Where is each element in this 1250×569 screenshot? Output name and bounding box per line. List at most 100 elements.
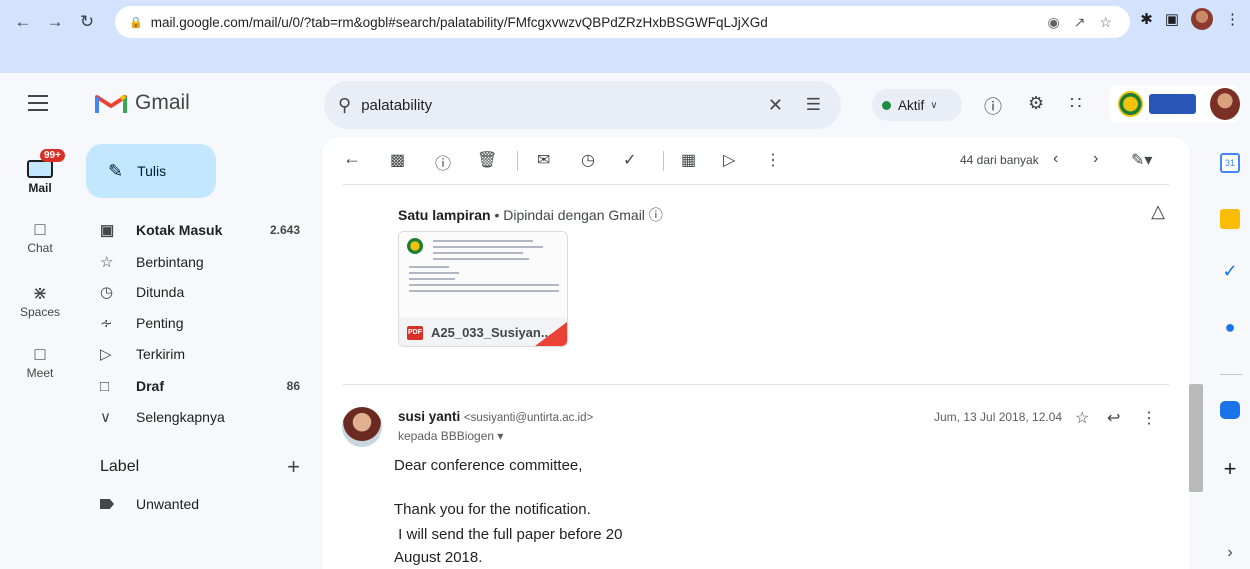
rail-label-meet: Meet (26, 366, 54, 380)
search-icon[interactable]: ⚲ (338, 95, 351, 116)
browser-actions: ✱ ▣ ⋮ (1140, 8, 1240, 30)
label-name: Unwanted (136, 496, 200, 512)
body-line: August 2018. (394, 549, 483, 566)
add-task-icon[interactable]: ✓ (623, 150, 636, 170)
organization-logo[interactable] (1110, 85, 1240, 123)
gmail-logo[interactable]: Gmail (95, 91, 190, 115)
recipient-text: kepada BBBiogen (398, 429, 495, 443)
calendar-icon[interactable]: 31 (1220, 153, 1240, 173)
contacts-icon[interactable]: ● (1218, 315, 1242, 339)
clear-search-icon[interactable]: ✕ (768, 95, 783, 116)
label-icon[interactable]: ▷ (723, 150, 735, 170)
address-bar[interactable]: 🔒 mail.google.com/mail/u/0/?tab=rm&ogbl#… (115, 6, 1130, 38)
nav-item-important[interactable]: ∻ Penting (100, 309, 310, 337)
zoom-icon[interactable] (1220, 401, 1240, 419)
tasks-icon[interactable]: ✓ (1218, 259, 1242, 283)
report-spam-icon[interactable]: ⓘ (435, 150, 451, 174)
rail-item-mail[interactable]: Mail (0, 157, 80, 195)
profile-avatar[interactable] (1191, 8, 1213, 30)
search-options-icon[interactable]: ☰ (806, 95, 821, 115)
label-item-unwanted[interactable]: Unwanted (100, 496, 199, 512)
nav-label: Draf (136, 378, 165, 394)
back-to-list-icon[interactable]: ← (343, 148, 361, 169)
attachment-card[interactable]: PDF A25_033_Susiyan... (398, 231, 568, 347)
left-rail: Mail 99+ □ Chat ⋇ Spaces □ Meet (0, 137, 80, 569)
reload-icon[interactable]: ↻ (74, 9, 100, 35)
older-chevron-icon[interactable]: › (1093, 150, 1098, 168)
get-addons-plus-icon[interactable]: + (1218, 456, 1242, 481)
extensions-icon[interactable]: ✱ (1140, 10, 1153, 28)
search-bar: ⚲ ✕ ☰ (324, 81, 841, 129)
forward-arrow-icon[interactable]: → (42, 9, 68, 35)
rail-item-spaces[interactable]: ⋇ Spaces (0, 281, 80, 320)
nav-label: Kotak Masuk (136, 222, 223, 238)
nav-label: Penting (136, 315, 184, 331)
eye-icon[interactable]: ◉ (1047, 14, 1059, 31)
side-panel-icon[interactable]: ▣ (1165, 10, 1179, 28)
gmail-wordmark: Gmail (135, 91, 190, 114)
labels-heading: Label (100, 458, 140, 475)
nav-label: Selengkapnya (136, 409, 225, 425)
nav-item-inbox[interactable]: ▣ Kotak Masuk 2.643 (100, 216, 310, 244)
sender-avatar[interactable] (342, 407, 382, 447)
message-pane: ← ▩ ⓘ 🗑 ✉ ◷ ✓ ▦ ▷ ⋮ 44 dari banyak ‹ › ✎… (323, 137, 1189, 569)
snooze-clock-icon[interactable]: ◷ (581, 150, 595, 170)
nav-item-more[interactable]: ∨ Selengkapnya (100, 403, 310, 431)
important-icon: ∻ (100, 315, 113, 332)
nav-label: Ditunda (136, 284, 185, 300)
omnibox-icons: ◉ ↗ ☆ (1047, 6, 1112, 38)
reply-icon[interactable]: ↩ (1107, 408, 1120, 428)
star-icon[interactable]: ☆ (1075, 408, 1089, 428)
sender-email: <susiyanti@untirta.ac.id> (463, 412, 594, 424)
rail-item-chat[interactable]: □ Chat (0, 217, 80, 256)
scrollbar-thumb[interactable] (1189, 384, 1203, 492)
rail-item-meet[interactable]: □ Meet (0, 342, 80, 381)
main-menu-icon[interactable] (28, 95, 48, 111)
toolbar-divider (663, 151, 664, 171)
url-text: mail.google.com/mail/u/0/?tab=rm&ogbl#se… (150, 14, 768, 30)
newer-chevron-icon[interactable]: ‹ (1053, 150, 1058, 168)
search-input[interactable] (361, 96, 742, 114)
more-options-icon[interactable]: ⋮ (765, 150, 781, 170)
message-date: Jum, 13 Jul 2018, 12.04 (934, 410, 1063, 424)
nav-label: Berbintang (136, 254, 204, 270)
archive-icon[interactable]: ▩ (390, 150, 405, 170)
status-dropdown[interactable]: Aktif ∨ (872, 89, 962, 121)
browser-toolbar: ← → ↻ 🔒 mail.google.com/mail/u/0/?tab=rm… (0, 0, 1250, 44)
label-tag-icon (100, 499, 114, 509)
nav-item-drafts[interactable]: □ Draf 86 (100, 372, 310, 400)
nav-item-snoozed[interactable]: ◷ Ditunda (100, 278, 310, 306)
rail-label-spaces: Spaces (19, 305, 61, 319)
settings-gear-icon[interactable]: ⚙ (1028, 93, 1044, 114)
add-label-icon[interactable]: + (287, 454, 300, 480)
move-to-icon[interactable]: ▦ (681, 150, 696, 170)
help-icon[interactable]: ⓘ (984, 93, 1002, 119)
info-icon[interactable]: ⓘ (649, 207, 663, 223)
bookmark-star-icon[interactable]: ☆ (1099, 14, 1112, 31)
nav-item-sent[interactable]: ▷ Terkirim (100, 340, 310, 368)
account-avatar[interactable] (1209, 88, 1240, 120)
recipient-line[interactable]: kepada BBBiogen ▾ (398, 429, 503, 443)
message-more-icon[interactable]: ⋮ (1141, 408, 1157, 428)
expand-panel-chevron-icon[interactable]: › (1218, 541, 1242, 565)
keep-icon[interactable] (1220, 209, 1240, 229)
add-to-drive-icon[interactable]: △ (1151, 201, 1165, 222)
gmail-m-icon (95, 94, 127, 113)
pdf-file-icon: PDF (407, 325, 423, 340)
more-menu-icon[interactable]: ⋮ (1225, 10, 1240, 28)
apps-grid-icon[interactable]: ∷ (1070, 93, 1081, 114)
compose-button[interactable]: ✎ Tulis (86, 144, 216, 198)
mark-unread-icon[interactable]: ✉ (537, 150, 550, 170)
labels-section: Label + (100, 454, 300, 480)
nav-item-starred[interactable]: ☆ Berbintang (100, 248, 310, 276)
clock-icon: ◷ (100, 284, 114, 301)
sender-name: susi yanti (398, 409, 461, 424)
side-panel-divider (1220, 374, 1242, 375)
input-tools-pen-icon[interactable]: ✎▾ (1131, 150, 1152, 170)
back-arrow-icon[interactable]: ← (10, 9, 36, 35)
compose-label: Tulis (137, 163, 167, 179)
delete-icon[interactable]: 🗑 (477, 150, 497, 170)
org-seal-icon (1118, 91, 1143, 117)
nav-count: 86 (286, 379, 300, 393)
share-icon[interactable]: ↗ (1074, 14, 1086, 31)
